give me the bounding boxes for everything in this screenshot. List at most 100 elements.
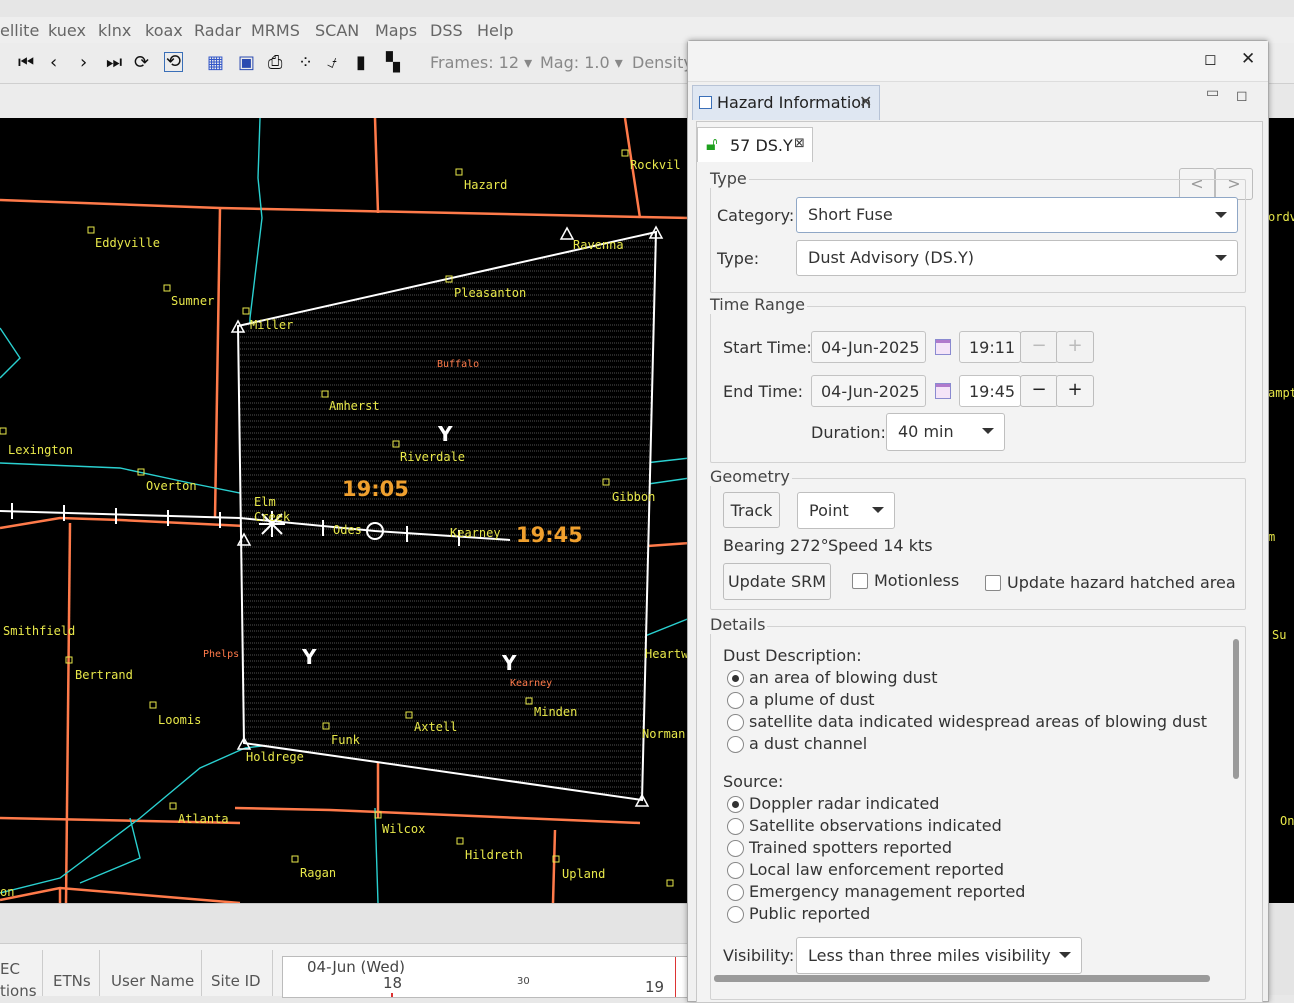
loop-icon[interactable]: ⟳: [134, 52, 149, 73]
maximize-view-icon[interactable]: ◻: [1236, 88, 1248, 104]
city-label: Eddyville: [95, 236, 161, 250]
single-panel-icon[interactable]: ▮: [356, 52, 366, 73]
visibility-label: Visibility:: [723, 946, 795, 965]
view-tab-hazard-information[interactable]: Hazard Information ✕: [692, 85, 880, 120]
time-range-label: Time Range: [708, 295, 807, 314]
type-select[interactable]: Dust Advisory (DS.Y): [796, 240, 1238, 276]
city-label: Riverdale: [400, 450, 466, 464]
city-label: Miller: [250, 318, 294, 332]
track-end-time: 19:45: [516, 523, 583, 547]
sample-icon[interactable]: ⁘: [298, 52, 313, 73]
column-header-etns[interactable]: ETNs: [53, 972, 91, 990]
source-option-radio[interactable]: [727, 884, 744, 901]
chevron-down-icon: [1059, 952, 1071, 958]
column-header[interactable]: tions: [0, 982, 37, 1000]
update-hatched-checkbox[interactable]: [985, 575, 1001, 591]
timeline-ruler[interactable]: 04-Jun (Wed) 18 30 19: [282, 956, 691, 998]
city-label: Minden: [534, 705, 578, 719]
mag-dropdown[interactable]: Mag: 1.0 ▾: [540, 53, 623, 72]
start-time-label: Start Time:: [723, 338, 812, 357]
step-back-icon[interactable]: ‹: [50, 52, 57, 73]
map-display[interactable]: Rockvil Hazard Eddyville Sumner Ravenna …: [0, 118, 690, 903]
start-date-field[interactable]: 04-Jun-2025: [811, 331, 926, 363]
hazard-polygon: [236, 230, 658, 802]
close-view-icon[interactable]: ✕: [859, 92, 872, 111]
multi-panel-icon[interactable]: ▚: [386, 52, 400, 73]
close-icon[interactable]: ✕: [1241, 49, 1255, 69]
type-group-label: Type: [708, 169, 749, 188]
chevron-down-icon: [982, 428, 994, 434]
motionless-checkbox[interactable]: [852, 573, 868, 589]
city-label: Sumner: [171, 294, 215, 308]
map-display-right: ordv ampt m Su On: [1266, 118, 1294, 903]
image-properties-icon[interactable]: ▣: [238, 52, 255, 73]
city-label: Su: [1272, 628, 1287, 642]
menu-scan[interactable]: SCAN: [315, 21, 359, 40]
first-frame-icon[interactable]: ⏮: [18, 52, 34, 73]
refresh-icon[interactable]: ⟲: [164, 52, 184, 72]
timeline-hour: 19: [645, 978, 665, 996]
calendar-icon[interactable]: [935, 383, 951, 399]
duration-label: Duration:: [811, 423, 886, 442]
source-option-radio[interactable]: [727, 906, 744, 923]
city-label: on: [0, 885, 15, 899]
source-option-radio[interactable]: [727, 840, 744, 857]
minimize-view-icon[interactable]: ▭: [1206, 85, 1219, 101]
dust-option-radio[interactable]: [727, 692, 744, 709]
hazard-tab-57[interactable]: 🔓︎ 57 DS.Y ⊠: [697, 127, 813, 162]
column-header-user[interactable]: User Name: [111, 972, 194, 990]
source-option-radio[interactable]: [727, 796, 744, 813]
window-titlebar[interactable]: ◻ ✕: [688, 41, 1268, 82]
close-hazard-tab-icon[interactable]: ⊠: [794, 136, 805, 151]
menu-kuex[interactable]: kuex: [48, 21, 86, 40]
details-horizontal-scrollbar[interactable]: [714, 975, 1210, 982]
start-time-decrement-button[interactable]: −: [1020, 331, 1058, 363]
hazard-mark: Y: [502, 651, 517, 675]
dust-option-radio[interactable]: [727, 670, 744, 687]
track-button[interactable]: Track: [723, 492, 780, 528]
pan-icon[interactable]: ⍻: [327, 52, 337, 73]
end-date-field[interactable]: 04-Jun-2025: [811, 375, 926, 407]
city-label: Ravenna: [573, 238, 624, 252]
end-time-decrement-button[interactable]: −: [1020, 375, 1058, 407]
city-label: ordv: [1268, 210, 1294, 224]
menu-maps[interactable]: Maps: [375, 21, 417, 40]
density-dropdown[interactable]: Density: [632, 53, 693, 72]
duration-select[interactable]: 40 min: [886, 413, 1005, 451]
category-label: Category:: [717, 206, 795, 225]
menu-dss[interactable]: DSS: [430, 21, 463, 40]
menu-mrms[interactable]: MRMS: [251, 21, 300, 40]
column-header-site[interactable]: Site ID: [211, 972, 261, 990]
category-select[interactable]: Short Fuse: [796, 197, 1238, 233]
status-strip-right: [1266, 903, 1294, 995]
frames-dropdown[interactable]: Frames: 12 ▾: [430, 53, 532, 72]
last-frame-icon[interactable]: ⏭: [106, 52, 122, 73]
visibility-select[interactable]: Less than three miles visibility: [796, 937, 1082, 974]
dust-option-radio[interactable]: [727, 736, 744, 753]
bearing-value: Bearing 272°: [723, 536, 829, 555]
source-option-radio[interactable]: [727, 818, 744, 835]
menu-klnx[interactable]: klnx: [98, 21, 131, 40]
menu-koax[interactable]: koax: [145, 21, 183, 40]
maximize-icon[interactable]: ◻: [1204, 50, 1216, 68]
end-time-label: End Time:: [723, 382, 804, 401]
menu-help[interactable]: Help: [477, 21, 513, 40]
calendar-icon[interactable]: [935, 339, 951, 355]
image-combine-icon[interactable]: ▦: [207, 52, 224, 73]
details-vertical-scrollbar[interactable]: [1233, 639, 1239, 779]
start-time-increment-button[interactable]: +: [1056, 331, 1094, 363]
end-time-increment-button[interactable]: +: [1056, 375, 1094, 407]
update-srm-button[interactable]: Update SRM: [723, 563, 831, 600]
menu-radar[interactable]: Radar: [194, 21, 241, 40]
menu-satellite[interactable]: ellite: [0, 21, 39, 40]
column-header[interactable]: EC: [0, 960, 20, 978]
geometry-point-select[interactable]: Point: [797, 492, 895, 529]
source-option-radio[interactable]: [727, 862, 744, 879]
start-time-field[interactable]: 19:11: [959, 331, 1021, 363]
city-label: m: [1268, 530, 1276, 544]
step-forward-icon[interactable]: ›: [80, 52, 87, 73]
geometry-label: Geometry: [708, 467, 792, 486]
end-time-field[interactable]: 19:45: [959, 375, 1021, 407]
dust-option-radio[interactable]: [727, 714, 744, 731]
print-icon[interactable]: ⎙: [268, 52, 282, 73]
